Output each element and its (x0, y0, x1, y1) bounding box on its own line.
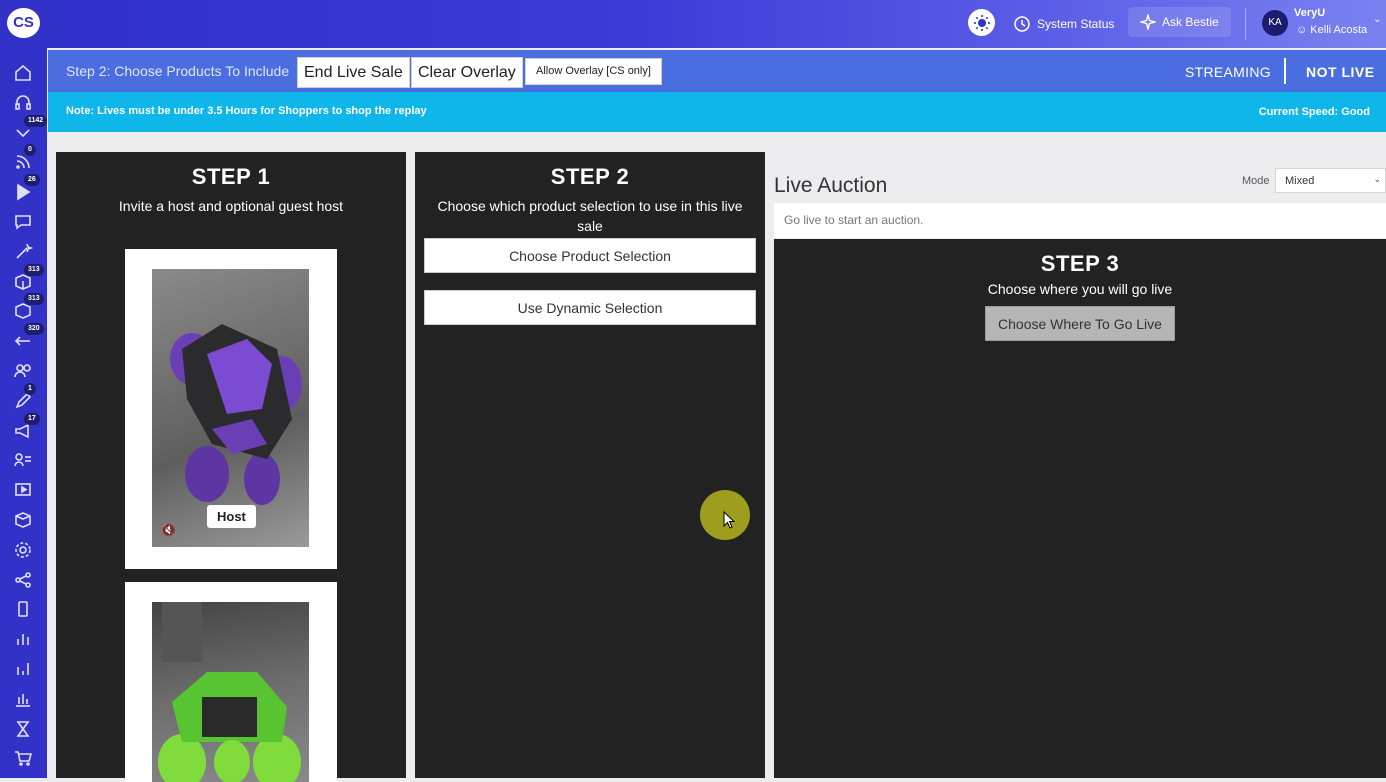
mobile-icon[interactable] (13, 599, 33, 619)
package-icon[interactable] (13, 510, 33, 530)
sidebar-badge: 0 (24, 144, 36, 157)
chevron-down-icon: ⌄ (1373, 174, 1381, 184)
gear-icon[interactable] (13, 540, 33, 560)
note-text: Note: Lives must be under 3.5 Hours for … (66, 105, 427, 117)
step3-panel: STEP 3 Choose where you will go live Cho… (774, 239, 1386, 778)
guest-video (152, 602, 309, 782)
step2-panel: STEP 2 Choose which product selection to… (415, 152, 765, 778)
sun-icon (973, 14, 990, 31)
green-toy-truck-image (158, 602, 301, 782)
live-status-label: NOT LIVE (1306, 64, 1375, 80)
use-dynamic-selection-button[interactable]: Use Dynamic Selection (424, 290, 756, 325)
hourglass-icon[interactable] (13, 719, 33, 739)
host-video-card[interactable]: 🔇 Host (125, 249, 337, 569)
live-divider (1284, 58, 1286, 84)
guest-video-card[interactable] (125, 582, 337, 782)
bar-chart-icon[interactable] (13, 629, 33, 649)
step1-panel: STEP 1 Invite a host and optional guest … (56, 152, 406, 782)
sidebar-badge: 313 (24, 293, 44, 306)
auction-message: Go live to start an auction. (774, 203, 1386, 238)
sidebar-badge: 320 (24, 323, 44, 336)
home-icon[interactable] (13, 63, 33, 83)
org-name[interactable]: VeryU (1294, 7, 1325, 19)
cs-logo[interactable]: CS (7, 8, 40, 38)
sidebar-badge: 1142 (24, 114, 48, 127)
mode-value: Mixed (1285, 175, 1315, 187)
users-icon[interactable] (13, 361, 33, 381)
step1-title: STEP 1 (191, 164, 271, 189)
magic-wand-icon[interactable] (13, 242, 34, 262)
sidebar-badge: 313 (24, 263, 44, 276)
system-status-label: System Status (1037, 17, 1115, 31)
sparkle-icon (1140, 14, 1156, 30)
cart-icon[interactable] (13, 748, 33, 768)
live-auction-title: Live Auction (774, 174, 888, 197)
headset-icon[interactable] (13, 93, 33, 113)
header-divider (1245, 8, 1246, 40)
mode-select[interactable]: Mixed ⌄ (1275, 168, 1386, 193)
streaming-label: STREAMING (1185, 64, 1271, 80)
step1-subtitle: Invite a host and optional guest host (118, 198, 344, 214)
user-list-icon[interactable] (13, 450, 33, 470)
step-bar: Step 2: Choose Products To Include End L… (48, 50, 1386, 92)
analytics-icon[interactable] (13, 689, 33, 709)
ask-bestie-button[interactable]: Ask Bestie (1128, 7, 1231, 37)
sidebar-badge: 17 (24, 412, 40, 425)
top-bar: System Status Ask Bestie KA VeryU ☺ Kell… (0, 0, 1386, 48)
choose-where-to-go-live-button[interactable]: Choose Where To Go Live (985, 306, 1175, 341)
user-icon: ☺ (1296, 24, 1308, 36)
user-menu-chevron-icon[interactable]: ⌄ (1373, 14, 1381, 25)
clock-history-icon (1014, 16, 1030, 32)
current-speed: Current Speed: Good (1258, 106, 1370, 118)
sidebar: CS 1142 0 26 313 313 320 1 17 (0, 0, 48, 778)
host-label: Host (207, 505, 256, 528)
mode-label: Mode (1242, 175, 1270, 187)
user-name-label: Kelli Acosta (1310, 24, 1368, 36)
mouse-cursor-icon (723, 511, 735, 529)
step2-subtitle: Choose which product selection to use in… (437, 198, 743, 234)
ask-bestie-label: Ask Bestie (1162, 15, 1219, 29)
avatar[interactable]: KA (1262, 10, 1288, 36)
sidebar-badge: 26 (24, 174, 40, 187)
step3-subtitle: Choose where you will go live (987, 281, 1173, 297)
bar-chart-2-icon[interactable] (13, 659, 33, 679)
share-icon[interactable] (13, 570, 33, 590)
step-label: Step 2: Choose Products To Include (66, 63, 290, 79)
theme-toggle-button[interactable] (968, 9, 995, 36)
system-status-button[interactable]: System Status (1013, 0, 1114, 48)
chat-icon[interactable] (13, 212, 33, 232)
clear-overlay-button[interactable]: Clear Overlay (411, 57, 523, 88)
user-name[interactable]: ☺ Kelli Acosta (1296, 24, 1367, 36)
step3-title: STEP 3 (1040, 251, 1120, 276)
allow-overlay-button[interactable]: Allow Overlay [CS only] (525, 58, 662, 85)
note-bar: Note: Lives must be under 3.5 Hours for … (48, 92, 1386, 132)
video-icon[interactable] (13, 480, 33, 500)
muted-speaker-icon[interactable]: 🔇 (161, 523, 177, 539)
choose-product-selection-button[interactable]: Choose Product Selection (424, 238, 756, 273)
end-live-sale-button[interactable]: End Live Sale (297, 57, 410, 88)
sidebar-badge: 1 (24, 382, 36, 395)
step2-title: STEP 2 (550, 164, 630, 189)
